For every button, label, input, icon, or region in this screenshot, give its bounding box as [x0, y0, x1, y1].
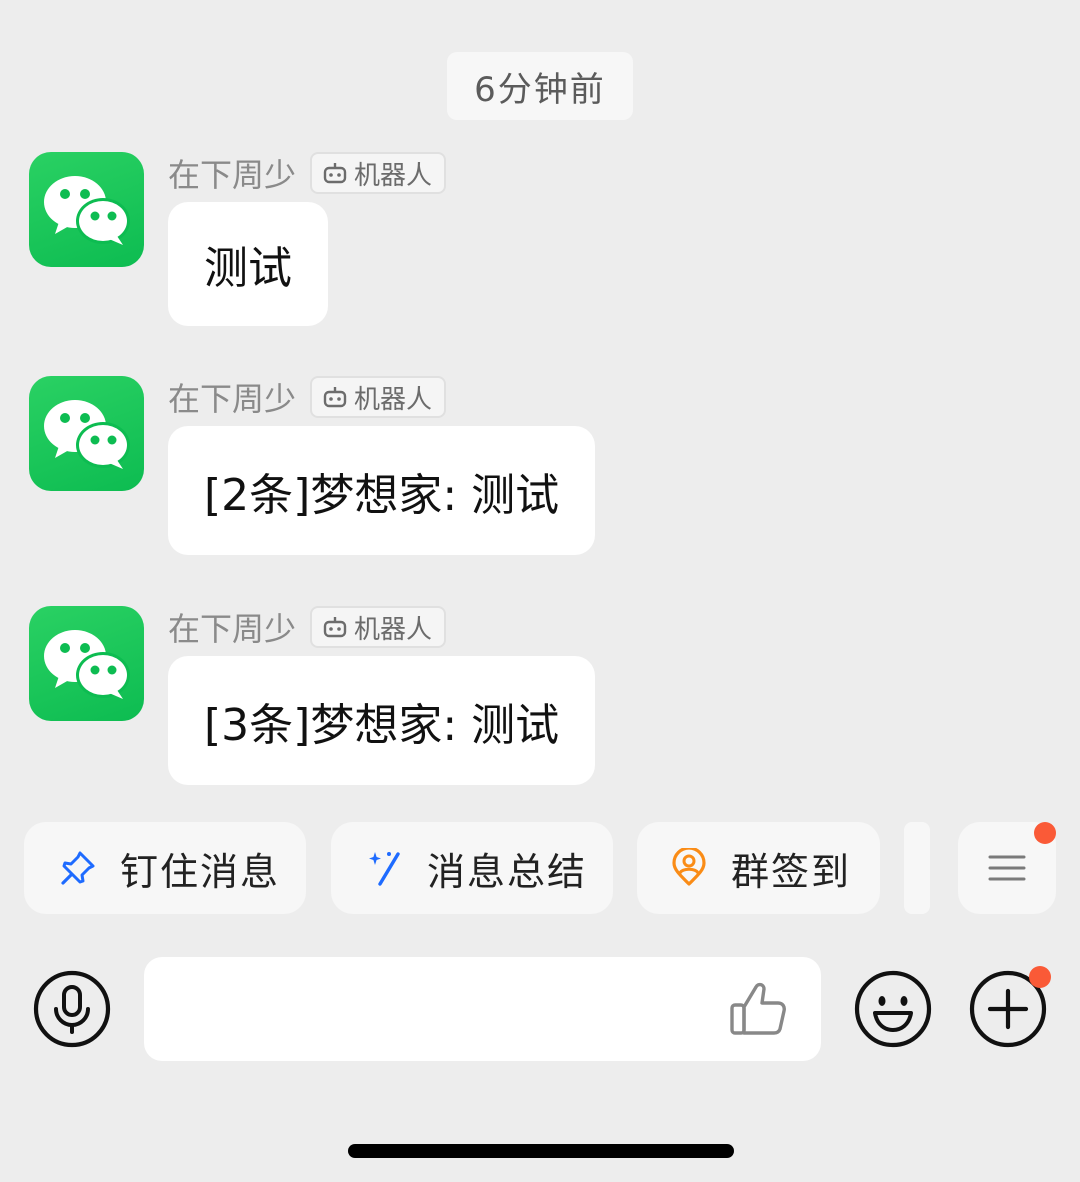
robot-icon: [323, 617, 347, 638]
bot-badge-label: 机器人: [354, 384, 433, 415]
message-bubble[interactable]: 测试: [168, 202, 328, 326]
emoji-button[interactable]: [853, 969, 933, 1049]
sender-name: 在下周少: [168, 380, 297, 418]
bot-badge-label: 机器人: [354, 614, 433, 645]
message-input[interactable]: [144, 957, 821, 1061]
wechat-logo-icon[interactable]: [29, 606, 144, 721]
bot-badge: 机器人: [310, 376, 447, 418]
sender-info: 在下周少 机器人: [168, 606, 447, 648]
sender-info: 在下周少 机器人: [168, 376, 447, 418]
message-summary-button[interactable]: 消息总结: [331, 822, 613, 914]
pin-message-label: 钉住消息: [120, 849, 281, 894]
robot-icon: [323, 387, 347, 408]
sender-info: 在下周少 机器人: [168, 152, 447, 194]
thumbs-up-icon[interactable]: [726, 977, 790, 1041]
message-timestamp: 6分钟前: [447, 52, 633, 120]
bot-badge-label: 机器人: [354, 160, 433, 191]
message-summary-label: 消息总结: [427, 849, 588, 894]
wechat-logo-icon[interactable]: [29, 152, 144, 267]
home-indicator[interactable]: [348, 1144, 734, 1158]
message-bubble[interactable]: [3条]梦想家: 测试: [168, 656, 596, 785]
voice-button[interactable]: [32, 969, 112, 1049]
bot-badge: 机器人: [310, 606, 447, 648]
smiley-icon: [854, 970, 932, 1048]
robot-icon: [323, 163, 347, 184]
notification-dot: [1034, 822, 1056, 844]
magic-wand-icon: [369, 852, 400, 886]
bot-badge: 机器人: [310, 152, 447, 194]
pin-icon: [61, 851, 95, 885]
input-bar: [0, 957, 1080, 1061]
group-checkin-label: 群签到: [731, 849, 852, 894]
menu-icon: [988, 855, 1026, 881]
location-person-icon: [672, 848, 706, 886]
sender-name: 在下周少: [168, 156, 297, 194]
pin-message-button[interactable]: 钉住消息: [24, 822, 306, 914]
quick-actions-bar: 钉住消息 消息总结 群签到: [0, 822, 1080, 914]
notification-dot: [1029, 966, 1051, 988]
message-bubble[interactable]: [2条]梦想家: 测试: [168, 426, 596, 555]
more-actions-chip-partial[interactable]: [904, 822, 930, 914]
group-checkin-button[interactable]: 群签到: [637, 822, 880, 914]
wechat-logo-icon[interactable]: [29, 376, 144, 491]
sender-name: 在下周少: [168, 610, 297, 648]
microphone-icon: [33, 970, 111, 1048]
